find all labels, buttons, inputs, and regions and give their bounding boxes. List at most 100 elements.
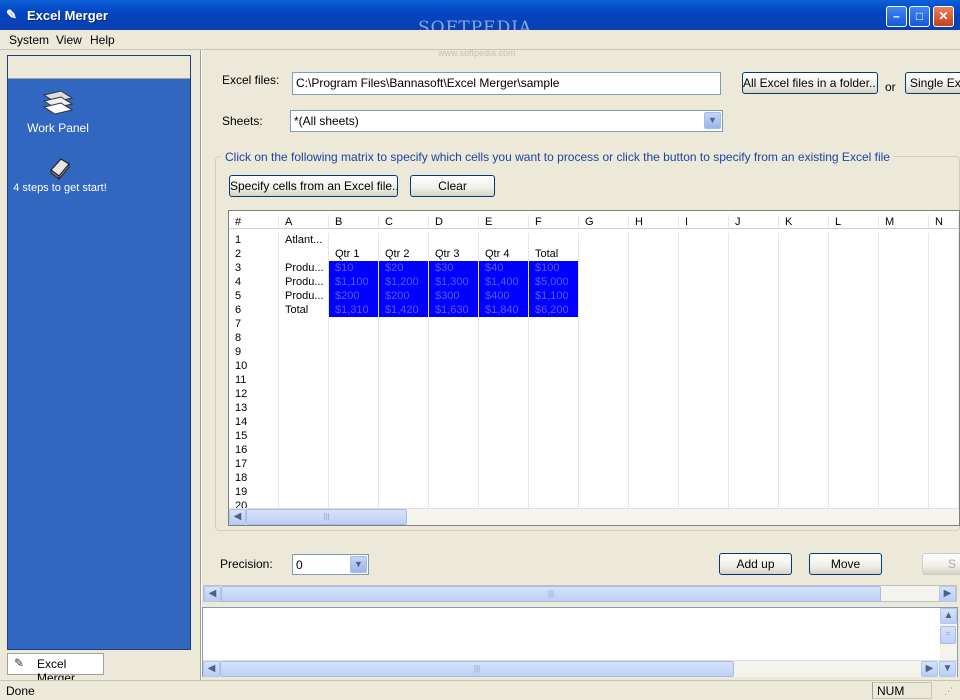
row-number[interactable]: 9 (229, 345, 279, 359)
matrix-cell[interactable] (879, 233, 929, 247)
matrix-cell[interactable] (429, 471, 479, 485)
column-header-D[interactable]: D (429, 215, 479, 229)
matrix-cell[interactable] (629, 331, 679, 345)
matrix-cell[interactable] (579, 345, 629, 359)
close-button[interactable]: ✕ (933, 6, 954, 27)
row-number[interactable]: 3 (229, 261, 279, 275)
matrix-cell[interactable] (729, 317, 779, 331)
matrix-cell[interactable]: Total (279, 303, 329, 317)
column-header-H[interactable]: H (629, 215, 679, 229)
matrix-cell[interactable] (479, 373, 529, 387)
matrix-cell[interactable] (329, 387, 379, 401)
matrix-cell[interactable] (879, 485, 929, 499)
matrix-cell[interactable] (479, 345, 529, 359)
chevron-down-icon[interactable]: ▼ (704, 112, 721, 129)
matrix-cell[interactable] (929, 415, 959, 429)
matrix-cell[interactable] (779, 485, 829, 499)
matrix-cell[interactable] (929, 373, 959, 387)
matrix-cell[interactable] (279, 359, 329, 373)
matrix-cell[interactable] (529, 401, 579, 415)
scroll-thumb[interactable]: ||| (221, 586, 881, 602)
matrix-cell[interactable] (929, 429, 959, 443)
matrix-cell[interactable] (579, 359, 629, 373)
matrix-cell[interactable]: $1,100 (329, 275, 379, 289)
matrix-cell[interactable] (479, 457, 529, 471)
matrix-cell[interactable] (729, 387, 779, 401)
matrix-cell[interactable] (779, 471, 829, 485)
matrix-cell[interactable]: Produ... (279, 289, 329, 303)
output-horizontal-scrollbar[interactable]: ◀ ||| ▶ ▼ (203, 660, 957, 677)
matrix-cell[interactable] (779, 345, 829, 359)
matrix-cell[interactable] (629, 261, 679, 275)
four-steps-item[interactable]: 4 steps to get start! (8, 156, 112, 194)
column-header-N[interactable]: N (929, 215, 959, 229)
matrix-cell[interactable] (829, 401, 879, 415)
matrix-cell[interactable] (679, 331, 729, 345)
matrix-cell[interactable] (579, 317, 629, 331)
matrix-cell[interactable]: $6,200 (529, 303, 579, 317)
column-header-F[interactable]: F (529, 215, 579, 229)
matrix-cell[interactable] (429, 457, 479, 471)
matrix-cell[interactable] (879, 457, 929, 471)
matrix-cell[interactable] (829, 275, 879, 289)
matrix-cell[interactable] (279, 485, 329, 499)
matrix-cell[interactable] (579, 471, 629, 485)
matrix-cell[interactable] (879, 359, 929, 373)
matrix-cell[interactable] (379, 415, 429, 429)
matrix-cell[interactable] (679, 233, 729, 247)
matrix-cell[interactable] (579, 331, 629, 345)
row-number[interactable]: 11 (229, 373, 279, 387)
matrix-cell[interactable] (629, 233, 679, 247)
matrix-cell[interactable] (879, 401, 929, 415)
matrix-cell[interactable] (829, 387, 879, 401)
matrix-cell[interactable]: $200 (379, 289, 429, 303)
matrix-cell[interactable] (629, 485, 679, 499)
matrix-cell[interactable] (779, 317, 829, 331)
scroll-right-icon[interactable]: ▶ (921, 661, 938, 677)
matrix-cell[interactable] (729, 485, 779, 499)
row-number[interactable]: 5 (229, 289, 279, 303)
matrix-cell[interactable] (929, 275, 959, 289)
output-vertical-scrollbar[interactable]: ▲ = (940, 608, 957, 660)
matrix-cell[interactable] (279, 443, 329, 457)
precision-select[interactable]: 0 ▼ (292, 554, 369, 575)
matrix-cell[interactable] (729, 247, 779, 261)
row-number[interactable]: 18 (229, 471, 279, 485)
matrix-cell[interactable] (679, 429, 729, 443)
matrix-cell[interactable] (279, 457, 329, 471)
column-header-#[interactable]: # (229, 215, 279, 229)
scroll-thumb[interactable]: = (940, 626, 956, 644)
matrix-cell[interactable] (829, 289, 879, 303)
scroll-left-icon[interactable]: ◀ (204, 586, 221, 602)
matrix-cell[interactable]: $1,200 (379, 275, 429, 289)
matrix-cell[interactable] (429, 401, 479, 415)
matrix-cell[interactable] (479, 233, 529, 247)
matrix-cell[interactable] (279, 345, 329, 359)
row-number[interactable]: 2 (229, 247, 279, 261)
matrix-cell[interactable] (679, 485, 729, 499)
column-header-I[interactable]: I (679, 215, 729, 229)
matrix-cell[interactable] (879, 331, 929, 345)
matrix-cell[interactable] (279, 387, 329, 401)
matrix-cell[interactable] (329, 373, 379, 387)
matrix-cell[interactable] (779, 303, 829, 317)
minimize-button[interactable]: – (886, 6, 907, 27)
specify-cells-button[interactable]: Specify cells from an Excel file... (229, 175, 398, 197)
matrix-cell[interactable] (729, 401, 779, 415)
row-number[interactable]: 19 (229, 485, 279, 499)
matrix-cell[interactable] (829, 429, 879, 443)
matrix-cell[interactable] (829, 443, 879, 457)
matrix-cell[interactable] (279, 401, 329, 415)
matrix-cell[interactable] (779, 401, 829, 415)
matrix-cell[interactable] (479, 485, 529, 499)
matrix-cell[interactable] (429, 443, 479, 457)
matrix-cell[interactable] (629, 401, 679, 415)
matrix-cell[interactable] (629, 247, 679, 261)
matrix-cell[interactable]: $100 (529, 261, 579, 275)
matrix-cell[interactable] (679, 247, 729, 261)
matrix-cell[interactable] (879, 415, 929, 429)
matrix-cell[interactable] (329, 345, 379, 359)
matrix-cell[interactable] (629, 345, 679, 359)
matrix-cell[interactable] (879, 429, 929, 443)
matrix-cell[interactable] (729, 471, 779, 485)
